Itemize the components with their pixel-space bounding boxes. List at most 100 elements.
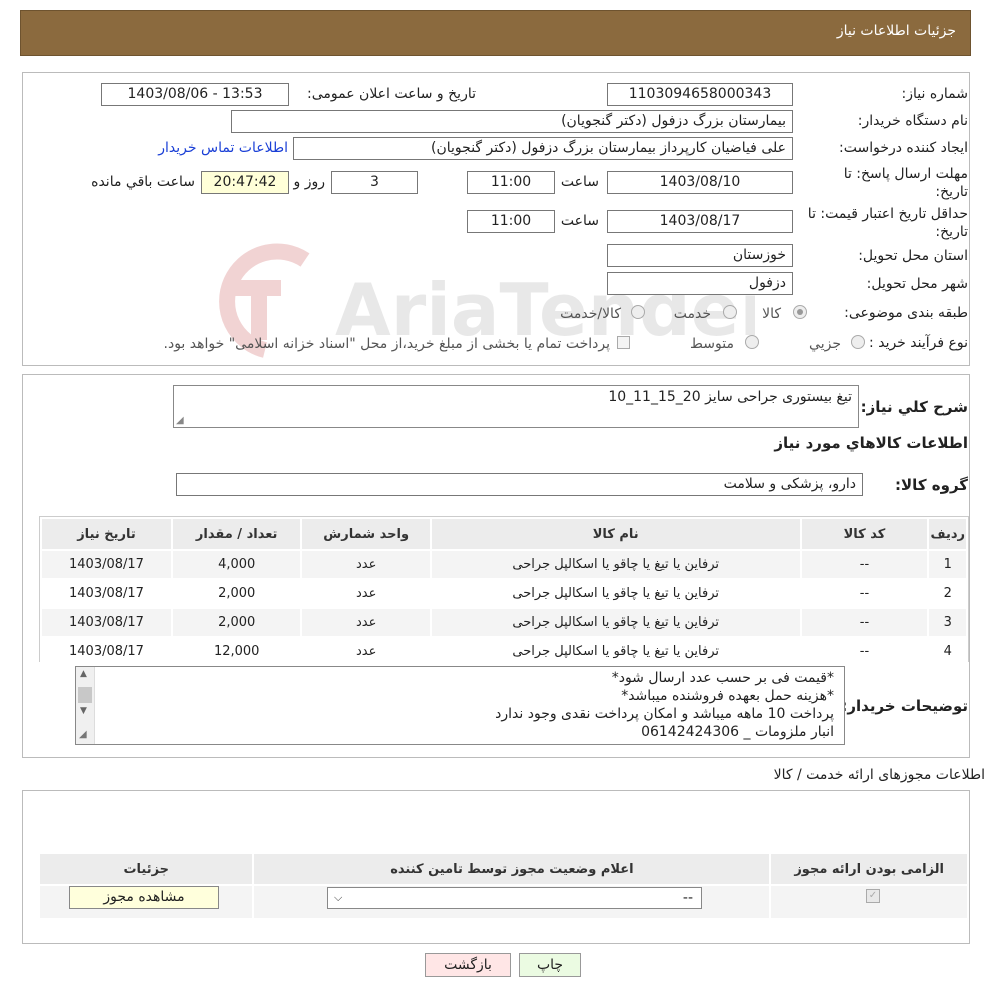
creator-field: علی فیاضیان کارپرداز بیمارستان بزرگ دزفو… <box>293 137 793 160</box>
cell-unit: عدد <box>300 636 432 667</box>
resize-grip-icon: ◢ <box>176 415 184 426</box>
buyer-notes-textarea[interactable]: *قیمت فی بر حسب عدد ارسال شود* *هزینه حم… <box>75 666 845 745</box>
cell-date: 1403/08/17 <box>40 636 173 667</box>
cell-code: -- <box>799 578 930 609</box>
print-button[interactable]: چاپ <box>519 953 581 977</box>
announce-datetime-field: 1403/08/06 - 13:53 <box>101 83 289 106</box>
cell-row-num: 1 <box>927 549 968 580</box>
cell-code: -- <box>799 607 930 638</box>
cell-unit: عدد <box>300 607 432 638</box>
process-option-medium: متوسط <box>690 336 734 352</box>
buyer-note-line: پرداخت 10 ماهه میباشد و امکان پرداخت نقد… <box>495 706 834 722</box>
deadline-time-field: 11:00 <box>467 171 555 194</box>
permit-col-required: الزامی بودن ارائه مجوز <box>769 852 969 886</box>
buyer-contact-link[interactable]: اطلاعات تماس خریدار <box>158 140 288 156</box>
cell-qty: 2,000 <box>170 607 303 638</box>
cell-row-num: 2 <box>927 578 968 609</box>
cell-code: -- <box>799 549 930 580</box>
cell-qty: 12,000 <box>170 636 303 667</box>
category-option-goods: کالا <box>762 306 781 322</box>
remaining-time-field: 20:47:42 <box>201 171 289 194</box>
col-header-unit: واحد شمارش <box>300 517 432 551</box>
permit-status-select[interactable]: -- ⌵ <box>327 887 702 909</box>
category-radio-service[interactable] <box>723 305 737 319</box>
category-radio-goods[interactable] <box>793 305 807 319</box>
cell-date: 1403/08/17 <box>40 549 173 580</box>
buyer-note-line: *قیمت فی بر حسب عدد ارسال شود* <box>611 670 834 686</box>
scrollbar-thumb[interactable] <box>78 687 92 703</box>
product-group-label: گروه کالا: <box>895 476 968 494</box>
buyer-org-label: نام دستگاه خریدار: <box>857 113 968 129</box>
cell-unit: عدد <box>300 578 432 609</box>
scroll-down-icon[interactable]: ▼ <box>80 707 87 716</box>
table-row: 2 -- ترفاین یا تیغ یا چاقو یا اسکالپل جر… <box>40 578 968 609</box>
cell-name: ترفاین یا تیغ یا چاقو یا اسکالپل جراحی <box>429 607 802 638</box>
col-header-qty: تعداد / مقدار <box>170 517 303 551</box>
description-textarea[interactable]: تیغ بیستوری جراحی سایز 20_15_11_10 ◢ <box>173 385 859 428</box>
validity-label: حداقل تاریخ اعتبار قیمت: تا <box>807 206 968 222</box>
table-row: 4 -- ترفاین یا تیغ یا چاقو یا اسکالپل جر… <box>40 636 968 667</box>
cell-unit: عدد <box>300 549 432 580</box>
resize-grip-icon: ◢ <box>79 729 87 740</box>
process-label: نوع فرآیند خرید : <box>869 335 968 351</box>
items-table: ردیف کد کالا نام کالا واحد شمارش تعداد /… <box>40 517 968 667</box>
page-title: جزئیات اطلاعات نیاز <box>836 23 956 39</box>
product-group-field: دارو، پزشکی و سلامت <box>176 473 863 496</box>
city-label: شهر محل تحویل: <box>866 276 968 292</box>
buyer-note-line: *هزینه حمل بعهده فروشنده میباشد* <box>621 688 834 704</box>
page-header: جزئیات اطلاعات نیاز <box>20 10 971 56</box>
province-field: خوزستان <box>607 244 793 267</box>
view-permit-button[interactable]: مشاهده مجوز <box>69 886 219 909</box>
col-header-date: تاریخ نیاز <box>40 517 173 551</box>
announce-datetime-label: تاریخ و ساعت اعلان عمومی: <box>307 86 476 102</box>
deadline-date-field: 1403/08/10 <box>607 171 793 194</box>
cell-row-num: 3 <box>927 607 968 638</box>
permit-col-details: جزئیات <box>37 852 255 886</box>
cell-qty: 4,000 <box>170 549 303 580</box>
cell-code: -- <box>799 636 930 667</box>
cell-name: ترفاین یا تیغ یا چاقو یا اسکالپل جراحی <box>429 549 802 580</box>
cell-date: 1403/08/17 <box>40 578 173 609</box>
province-label: استان محل تحویل: <box>858 248 968 264</box>
need-number-label: شماره نیاز: <box>901 86 969 102</box>
cell-date: 1403/08/17 <box>40 607 173 638</box>
items-table-wrap: ردیف کد کالا نام کالا واحد شمارش تعداد /… <box>39 516 969 667</box>
category-option-service: خدمت <box>673 306 711 322</box>
city-field: دزفول <box>607 272 793 295</box>
table-row: 3 -- ترفاین یا تیغ یا چاقو یا اسکالپل جر… <box>40 607 968 638</box>
validity-time-label: ساعت <box>560 213 599 229</box>
items-heading: اطلاعات کالاهاي مورد نیاز <box>774 434 968 452</box>
validity-time-field: 11:00 <box>467 210 555 233</box>
process-radio-medium[interactable] <box>745 335 759 349</box>
category-radio-goods-service[interactable] <box>631 305 645 319</box>
notes-scrollbar[interactable]: ▲ ▼ ◢ <box>76 667 95 744</box>
cell-qty: 2,000 <box>170 578 303 609</box>
buyer-org-field: بیمارستان بزرگ دزفول (دکتر گنجویان) <box>231 110 793 133</box>
cell-row-num: 4 <box>927 636 968 667</box>
category-option-goods-service: کالا/خدمت <box>560 306 621 322</box>
buyer-note-line: انبار ملزومات _ 06142424306 <box>641 724 834 740</box>
deadline-time-label: ساعت <box>560 174 599 190</box>
deadline-label-date: تاریخ: <box>935 184 968 200</box>
table-row: 1 -- ترفاین یا تیغ یا چاقو یا اسکالپل جر… <box>40 549 968 580</box>
validity-date-field: 1403/08/17 <box>607 210 793 233</box>
cell-name: ترفاین یا تیغ یا چاقو یا اسکالپل جراحی <box>429 636 802 667</box>
permits-title: اطلاعات مجوزهای ارائه خدمت / کالا <box>773 767 985 783</box>
back-button[interactable]: بازگشت <box>425 953 511 977</box>
cell-name: ترفاین یا تیغ یا چاقو یا اسکالپل جراحی <box>429 578 802 609</box>
description-label: شرح کلي نیاز: <box>860 398 968 416</box>
chevron-down-icon: ⌵ <box>334 891 343 904</box>
permit-col-status: اعلام وضعیت مجوز توسط تامین کننده <box>252 852 772 886</box>
process-option-minor: جزیي <box>809 336 841 352</box>
payment-note-checkbox[interactable] <box>617 336 630 349</box>
need-number-field: 1103094658000343 <box>607 83 793 106</box>
remaining-time-label: ساعت باقي مانده <box>91 174 195 190</box>
scroll-up-icon[interactable]: ▲ <box>80 670 87 679</box>
permit-status-value: -- <box>682 890 693 906</box>
buyer-notes-label: توضیحات خریدار: <box>841 697 968 715</box>
process-radio-minor[interactable] <box>851 335 865 349</box>
col-header-row-num: ردیف <box>927 517 968 551</box>
creator-label: ایجاد کننده درخواست: <box>839 140 968 156</box>
validity-label-date: تاریخ: <box>935 224 968 240</box>
permit-required-checkbox: ✓ <box>866 889 880 903</box>
